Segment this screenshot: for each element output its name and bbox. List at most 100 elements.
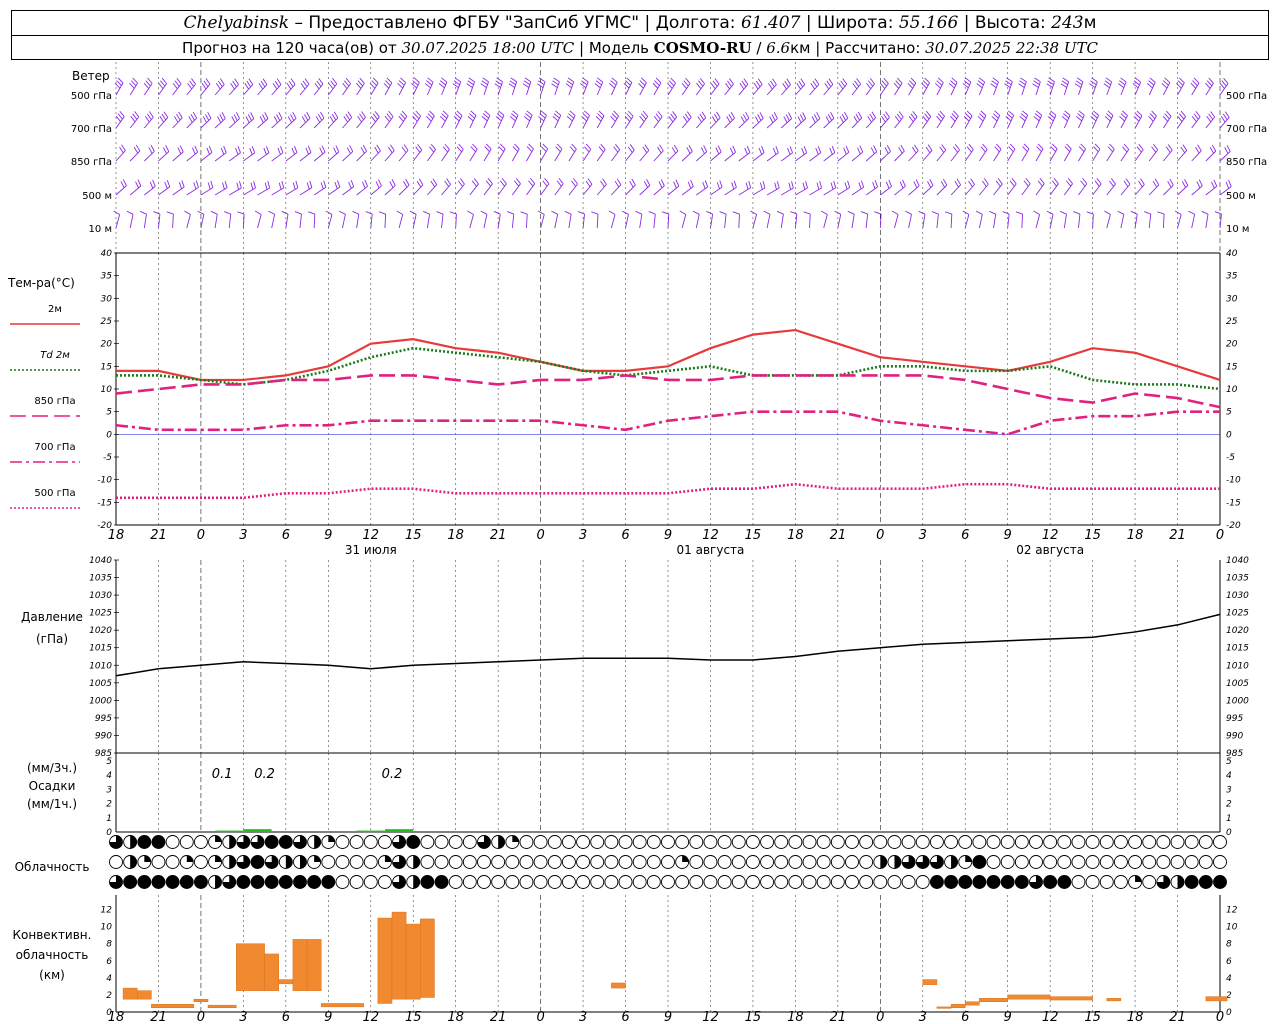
wind-barb-feather bbox=[830, 182, 834, 190]
cloud-cover-symbol bbox=[830, 855, 845, 869]
wind-barb-feather bbox=[239, 181, 242, 189]
wind-barb-staff bbox=[299, 214, 302, 229]
wind-barb-feather bbox=[1213, 179, 1218, 187]
temp-legend-label: Td 2м bbox=[40, 350, 70, 361]
wind-barb-feather bbox=[939, 110, 945, 117]
wind-barb-staff bbox=[1035, 183, 1045, 196]
wind-barb-feather bbox=[272, 83, 278, 90]
time-tick-label: 6 bbox=[621, 528, 629, 543]
cloud-cover-fill bbox=[186, 855, 194, 862]
wind-barb-staff bbox=[880, 186, 892, 196]
wind-barb-feather bbox=[372, 113, 378, 120]
wind-barb-staff bbox=[639, 150, 650, 162]
wind-barb-feather bbox=[798, 80, 804, 88]
cloud-cover-symbol bbox=[873, 835, 888, 849]
wind-barb-feather bbox=[833, 180, 837, 188]
wind-barb-feather bbox=[1169, 178, 1174, 186]
time-tick-label-bottom: 0 bbox=[197, 1010, 205, 1024]
wind-barb-feather bbox=[1201, 210, 1209, 215]
wind-barb-staff bbox=[1063, 183, 1073, 196]
wind-barb-staff bbox=[271, 152, 284, 162]
cloud-cover-symbol bbox=[420, 875, 435, 889]
wind-barb-feather bbox=[1033, 80, 1040, 86]
wind-barb-feather bbox=[520, 211, 528, 215]
wind-barb-feather bbox=[117, 77, 124, 84]
wind-barb-feather bbox=[725, 82, 730, 90]
wind-barb-feather bbox=[130, 115, 136, 123]
wind-barb-feather bbox=[729, 78, 734, 85]
wind-barb-feather bbox=[1176, 82, 1182, 89]
cloud-cover-symbol bbox=[689, 855, 704, 869]
wind-barb-feather bbox=[692, 210, 700, 215]
time-tick-label: 9 bbox=[1004, 528, 1012, 543]
wind-barb-feather bbox=[571, 180, 577, 187]
wind-barb-feather bbox=[1210, 111, 1216, 118]
wind-barb-feather bbox=[193, 182, 197, 190]
cloud-cover-fill bbox=[229, 855, 236, 869]
wind-barb-feather bbox=[1209, 147, 1214, 154]
wind-barb-staff bbox=[837, 187, 850, 196]
wind-barb-feather bbox=[537, 80, 545, 86]
wind-barb-staff bbox=[469, 214, 474, 229]
wind-barb-feather bbox=[746, 145, 751, 153]
cloud-cover-symbol bbox=[293, 875, 307, 889]
wind-barb-feather bbox=[1167, 144, 1173, 151]
convective-bar bbox=[306, 939, 322, 991]
wind-barb-feather bbox=[642, 146, 648, 153]
wind-barb-feather bbox=[330, 80, 336, 87]
temp-tick-right: 10 bbox=[1226, 385, 1238, 395]
wind-barb-staff bbox=[993, 148, 1002, 162]
wind-barb-feather bbox=[386, 77, 393, 84]
wind-barb-feather bbox=[173, 116, 179, 123]
wind-barb-feather bbox=[1151, 146, 1157, 153]
wind-barb-feather bbox=[442, 110, 449, 117]
cloud-cover-symbol bbox=[491, 875, 506, 889]
wind-barb-feather bbox=[569, 110, 576, 116]
wind-barb-feather bbox=[706, 210, 713, 215]
wind-barb-staff bbox=[526, 148, 534, 162]
wind-barb-feather bbox=[784, 80, 789, 88]
wind-barb-feather bbox=[897, 77, 903, 84]
cloud-cover-symbol bbox=[661, 875, 675, 889]
wind-barb-feather bbox=[215, 83, 221, 90]
wind-barb-feather bbox=[221, 112, 226, 119]
wind-barb-feather bbox=[639, 80, 646, 86]
wind-barb-staff bbox=[342, 117, 353, 129]
wind-barb-feather bbox=[300, 83, 306, 90]
wind-barb-feather bbox=[879, 82, 886, 89]
wind-barb-staff bbox=[667, 213, 670, 229]
cloud-cover-symbol bbox=[349, 875, 364, 889]
cloud-cover-fill bbox=[314, 855, 321, 862]
wind-barb-feather bbox=[686, 111, 692, 118]
wind-barb-staff bbox=[1021, 183, 1031, 196]
cloud-cover-symbol bbox=[1213, 855, 1227, 869]
wind-barb-staff bbox=[285, 84, 296, 96]
cloud-cover-symbol bbox=[703, 855, 718, 869]
wind-barb-feather bbox=[210, 210, 218, 215]
wind-barb-feather bbox=[223, 145, 227, 153]
wind-barb-feather bbox=[468, 77, 475, 83]
wind-barb-feather bbox=[510, 77, 517, 83]
cloud-cover-symbol bbox=[731, 835, 746, 849]
cloud-cover-symbol bbox=[377, 835, 392, 849]
wind-barb-feather bbox=[997, 178, 1003, 185]
wind-barb-feather bbox=[1064, 146, 1071, 152]
wind-barb-feather bbox=[1228, 179, 1232, 187]
wind-barb-feather bbox=[701, 111, 707, 118]
cloud-cover-symbol bbox=[137, 835, 152, 849]
wind-barb-feather bbox=[902, 179, 906, 187]
wind-barb-staff bbox=[766, 118, 778, 129]
wind-barb-feather bbox=[509, 80, 516, 85]
wind-barb-feather bbox=[699, 113, 705, 121]
wind-barb-staff bbox=[172, 151, 184, 162]
cloud-cover-symbol bbox=[661, 835, 675, 849]
wind-barb-staff bbox=[483, 183, 493, 196]
wind-barb-feather bbox=[359, 77, 365, 84]
wind-barb-feather bbox=[773, 112, 778, 119]
wind-barb-feather bbox=[1122, 110, 1128, 116]
cloud-cover-symbol bbox=[533, 875, 548, 889]
wind-barb-feather bbox=[442, 146, 449, 153]
wind-barb-feather bbox=[552, 80, 559, 86]
wind-barb-feather bbox=[1208, 77, 1214, 84]
cloud-cover-symbol bbox=[547, 835, 562, 849]
